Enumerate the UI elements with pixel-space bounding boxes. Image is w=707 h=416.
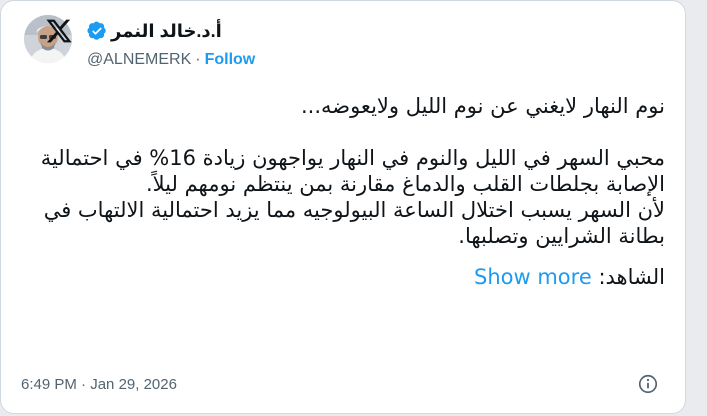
info-icon[interactable] bbox=[637, 373, 659, 395]
verified-badge-icon bbox=[87, 21, 106, 40]
tweet-paragraph: محبي السهر في الليل والنوم في النهار يوا… bbox=[40, 146, 665, 196]
tweet-text: نوم النهار لايغني عن نوم الليل ولايعوضه.… bbox=[21, 93, 665, 291]
tweet-card: أ.د.خالد النمر @ALNEMERK · Follow نوم ال… bbox=[0, 0, 686, 414]
tweet-footer: 6:49 PM · Jan 29, 2026 bbox=[21, 373, 665, 395]
tweet-timestamp[interactable]: 6:49 PM · Jan 29, 2026 bbox=[21, 376, 177, 393]
timestamp-separator: · bbox=[81, 375, 87, 393]
handle-row: @ALNEMERK · Follow bbox=[87, 49, 255, 71]
name-row: أ.د.خالد النمر bbox=[87, 19, 277, 43]
tweet-paragraph: نوم النهار لايغني عن نوم الليل ولايعوضه.… bbox=[300, 94, 665, 118]
follow-button[interactable]: Follow bbox=[205, 51, 256, 69]
tweet-time: 6:49 PM bbox=[21, 375, 77, 393]
tweet-header: أ.د.خالد النمر @ALNEMERK · Follow bbox=[1, 1, 685, 91]
x-logo-icon[interactable] bbox=[45, 17, 73, 45]
user-info: أ.د.خالد النمر @ALNEMERK · Follow bbox=[87, 19, 277, 79]
author-handle[interactable]: @ALNEMERK bbox=[87, 51, 191, 69]
tweet-date: Jan 29, 2026 bbox=[90, 375, 177, 393]
show-more-link[interactable]: Show more bbox=[474, 265, 592, 289]
show-more-row: الشاهد: Show more bbox=[21, 263, 665, 291]
tweet-paragraph: لأن السهر يسبب اختلال الساعة البيولوجيه … bbox=[43, 198, 665, 248]
display-name[interactable]: أ.د.خالد النمر bbox=[111, 21, 222, 42]
witness-label: الشاهد: bbox=[598, 265, 665, 289]
handle-separator: · bbox=[195, 51, 201, 68]
